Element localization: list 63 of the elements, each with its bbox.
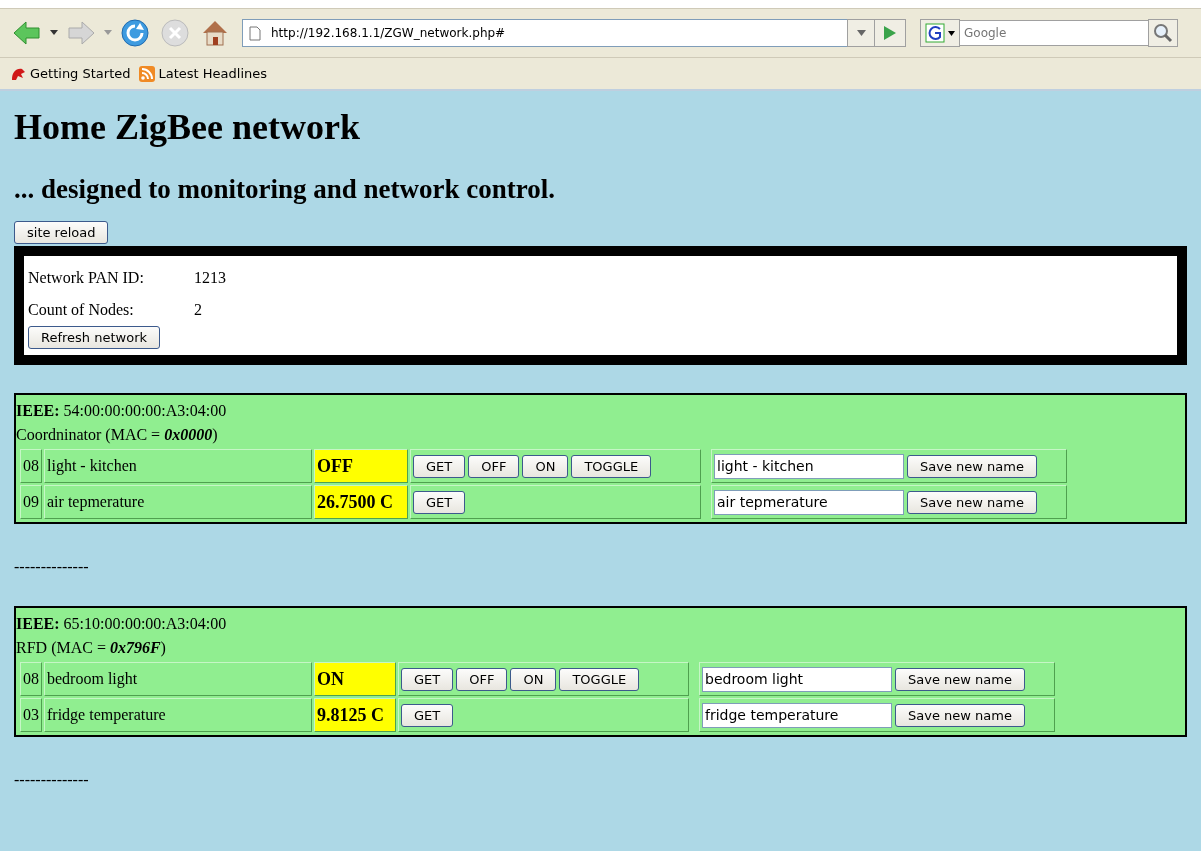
action-button[interactable]: ON — [522, 454, 569, 478]
endpoint-id: 09 — [20, 485, 42, 519]
back-icon[interactable] — [12, 20, 42, 46]
field-label: Network PAN ID: — [28, 269, 145, 287]
endpoint-value: ON — [314, 662, 396, 696]
endpoint-value: 26.7500 C — [314, 485, 408, 519]
page-heading: Home ZigBee network — [14, 106, 361, 149]
dropdown-icon — [948, 30, 955, 36]
search-icon — [1153, 23, 1173, 43]
separator-text: -------------- — [14, 771, 90, 790]
save-name-button[interactable]: Save new name — [907, 455, 1037, 478]
endpoint-name: air tepmerature — [44, 485, 312, 519]
action-button[interactable]: GET — [413, 454, 466, 478]
history-dropdown[interactable] — [847, 19, 875, 47]
field-value: 1213 — [194, 269, 226, 287]
endpoint-value: 9.8125 C — [314, 698, 396, 732]
save-name-button[interactable]: Save new name — [895, 704, 1025, 727]
url-text: http://192.168.1.1/ZGW_network.php# — [271, 26, 506, 40]
play-icon — [883, 25, 897, 41]
separator-text: -------------- — [14, 558, 90, 577]
search-engine-selector[interactable] — [920, 19, 960, 47]
name-field[interactable]: fridge temperature — [702, 702, 892, 728]
bookmark-item[interactable]: Getting Started — [10, 65, 131, 82]
action-button[interactable]: GET — [401, 667, 454, 691]
action-button[interactable]: ON — [510, 667, 557, 691]
page-icon — [249, 25, 261, 41]
action-button[interactable]: TOGGLE — [571, 454, 652, 478]
endpoint-id: 08 — [20, 662, 42, 696]
endpoint-name: fridge temperature — [44, 698, 312, 732]
bookmark-item[interactable]: Latest Headlines — [138, 65, 268, 82]
node-role: Coordninator (MAC = 0x0000) — [16, 425, 219, 446]
address-bar[interactable]: http://192.168.1.1/ZGW_network.php# — [242, 19, 848, 47]
ieee-address: IEEE: 54:00:00:00:00:A3:04:00 — [16, 401, 228, 421]
refresh-network-button[interactable]: Refresh network — [28, 326, 161, 349]
field-value: 2 — [194, 301, 202, 319]
name-field[interactable]: light - kitchen — [714, 453, 904, 479]
action-button[interactable]: GET — [413, 490, 466, 514]
search-field[interactable]: Google — [959, 20, 1149, 46]
search-button[interactable] — [1148, 19, 1178, 47]
google-logo-icon — [925, 23, 945, 43]
action-button[interactable]: OFF — [468, 454, 520, 478]
node-role: RFD (MAC = 0x796F) — [16, 638, 167, 659]
action-button[interactable]: OFF — [456, 667, 508, 691]
action-button[interactable]: TOGGLE — [559, 667, 640, 691]
endpoint-name: light - kitchen — [44, 449, 312, 483]
go-button[interactable] — [874, 19, 906, 47]
endpoint-value: OFF — [314, 449, 408, 483]
page-subheading: ... designed to monitoring and network control. — [14, 173, 557, 205]
save-name-button[interactable]: Save new name — [895, 668, 1025, 691]
rss-icon — [138, 65, 155, 82]
endpoint-name: bedroom light — [44, 662, 312, 696]
endpoint-id: 03 — [20, 698, 42, 732]
save-name-button[interactable]: Save new name — [907, 491, 1037, 514]
dropdown-icon — [856, 30, 866, 36]
name-field[interactable]: bedroom light — [702, 666, 892, 692]
site-reload-button[interactable]: site reload — [14, 221, 109, 244]
reload-icon[interactable] — [120, 18, 150, 48]
dropdown-icon[interactable] — [50, 30, 58, 36]
name-field[interactable]: air tepmerature — [714, 489, 904, 515]
action-button[interactable]: GET — [401, 703, 454, 727]
field-label: Count of Nodes: — [28, 301, 135, 319]
endpoint-id: 08 — [20, 449, 42, 483]
ieee-address: IEEE: 65:10:00:00:00:A3:04:00 — [16, 614, 228, 634]
